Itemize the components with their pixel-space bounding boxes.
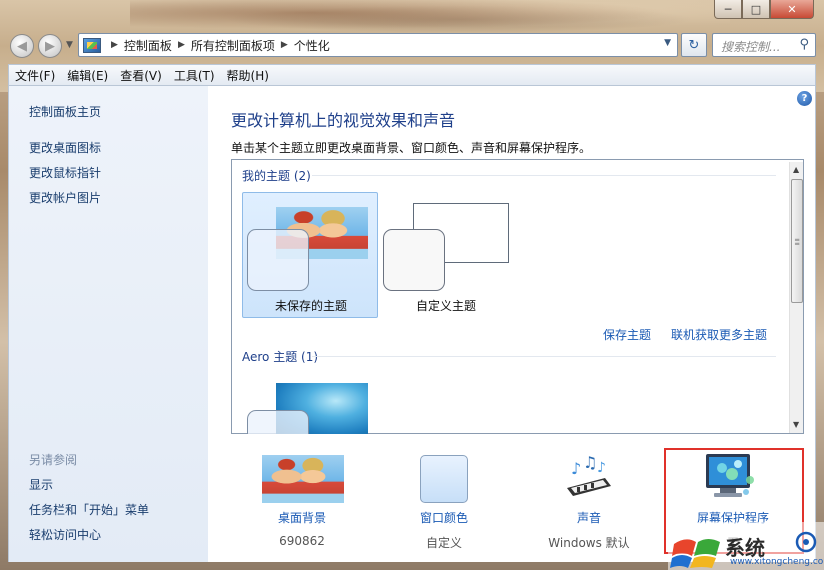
sound-label[interactable]: 声音 [529, 509, 649, 526]
custom-window-preview [383, 229, 445, 291]
menu-tools[interactable]: 工具(T) [174, 67, 215, 84]
chevron-right-icon[interactable]: ▶ [178, 40, 185, 50]
back-arrow-icon: ◀ [17, 38, 27, 54]
window-color-value: 自定义 [425, 536, 462, 550]
chevron-right-icon[interactable]: ▶ [281, 40, 288, 50]
see-also-taskbar[interactable]: 任务栏和「开始」菜单 [29, 501, 149, 518]
window-color-icon[interactable] [420, 455, 468, 503]
breadcrumb-all-items[interactable]: 所有控制面板项 [191, 37, 275, 54]
see-also-heading: 另请参阅 [29, 453, 78, 467]
forward-button[interactable]: ▶ [38, 34, 62, 58]
desktop-background-setting[interactable]: 桌面背景 690862 [242, 509, 362, 548]
watermark-url: www.xitongcheng.com [730, 557, 824, 567]
back-button[interactable]: ◀ [10, 34, 34, 58]
scroll-up-icon[interactable]: ▲ [793, 165, 799, 174]
sidebar-link-mouse-pointer[interactable]: 更改鼠标指针 [29, 164, 101, 181]
sound-setting[interactable]: 声音 Windows 默认 [529, 509, 649, 551]
window-color-setting[interactable]: 窗口颜色 自定义 [384, 509, 504, 551]
menu-edit[interactable]: 编辑(E) [67, 67, 108, 84]
get-more-themes-link[interactable]: 联机获取更多主题 [671, 326, 767, 343]
sidebar-link-account-picture[interactable]: 更改帐户图片 [29, 189, 101, 206]
maximize-button[interactable]: □ [742, 0, 770, 19]
address-dropdown-icon[interactable]: ▼ [664, 38, 671, 48]
forward-arrow-icon: ▶ [45, 38, 55, 54]
svg-text:♪: ♪ [571, 459, 581, 478]
control-panel-icon [83, 37, 101, 53]
chevron-right-icon[interactable]: ▶ [111, 40, 118, 50]
theme-list-scrollbar[interactable]: ▲ ═ ═ ▼ [789, 162, 803, 433]
sound-value: Windows 默认 [548, 536, 630, 550]
menu-view[interactable]: 查看(V) [120, 67, 162, 84]
refresh-icon: ↻ [688, 37, 700, 53]
menu-bar: 文件(F) 编辑(E) 查看(V) 工具(T) 帮助(H) [8, 64, 816, 86]
theme-label-custom: 自定义主题 [416, 299, 477, 313]
address-bar[interactable]: ▶ 控制面板 ▶ 所有控制面板项 ▶ 个性化 ▼ [78, 33, 678, 57]
theme-label-unsaved: 未保存的主题 [275, 299, 348, 313]
see-also-ease-of-access[interactable]: 轻松访问中心 [29, 526, 101, 543]
window-color-preview [247, 229, 309, 291]
aero-window-preview [247, 410, 309, 434]
title-bar-wallpaper [130, 0, 730, 32]
aero-themes-header: Aero 主题 (1) [242, 350, 319, 364]
section-divider [312, 175, 776, 176]
recent-pages-dropdown-icon[interactable]: ▼ [66, 40, 73, 50]
svg-text:♫: ♫ [583, 454, 597, 472]
page-subtitle: 单击某个主题立即更改桌面背景、窗口颜色、声音和屏幕保护程序。 [231, 141, 592, 155]
search-icon[interactable]: ⚲ [799, 37, 809, 52]
scroll-down-icon[interactable]: ▼ [793, 420, 799, 429]
scroll-thumb[interactable]: ═ ═ [791, 179, 803, 303]
minimize-button[interactable]: ─ [714, 0, 742, 19]
save-theme-link[interactable]: 保存主题 [603, 326, 651, 343]
refresh-button[interactable]: ↻ [681, 33, 707, 57]
desktop-background-icon[interactable] [262, 455, 344, 503]
window-color-label[interactable]: 窗口颜色 [384, 509, 504, 526]
search-placeholder: 搜索控制... [721, 40, 781, 54]
search-input[interactable]: 搜索控制... ⚲ [712, 33, 816, 57]
help-icon[interactable]: ? [797, 91, 812, 106]
page-title: 更改计算机上的视觉效果和声音 [231, 111, 456, 130]
svg-text:♪: ♪ [597, 460, 606, 476]
my-themes-header: 我的主题 (2) [242, 169, 311, 183]
see-also-display[interactable]: 显示 [29, 476, 53, 493]
breadcrumb-control-panel[interactable]: 控制面板 [124, 37, 172, 54]
window-controls: ─ □ ✕ [714, 0, 814, 19]
breadcrumb-personalization[interactable]: 个性化 [294, 37, 330, 54]
grip-icon: ═ ═ [795, 236, 800, 248]
desktop-background-value: 690862 [279, 534, 325, 548]
sidebar-link-desktop-icons[interactable]: 更改桌面图标 [29, 139, 101, 156]
section-divider [312, 356, 776, 357]
sidebar-home-link[interactable]: 控制面板主页 [29, 103, 101, 120]
close-button[interactable]: ✕ [770, 0, 814, 19]
desktop-background-label[interactable]: 桌面背景 [242, 509, 362, 526]
sound-icon[interactable]: ♪ ♫ ♪ [565, 454, 613, 502]
menu-help[interactable]: 帮助(H) [227, 67, 269, 84]
menu-file[interactable]: 文件(F) [15, 67, 55, 84]
